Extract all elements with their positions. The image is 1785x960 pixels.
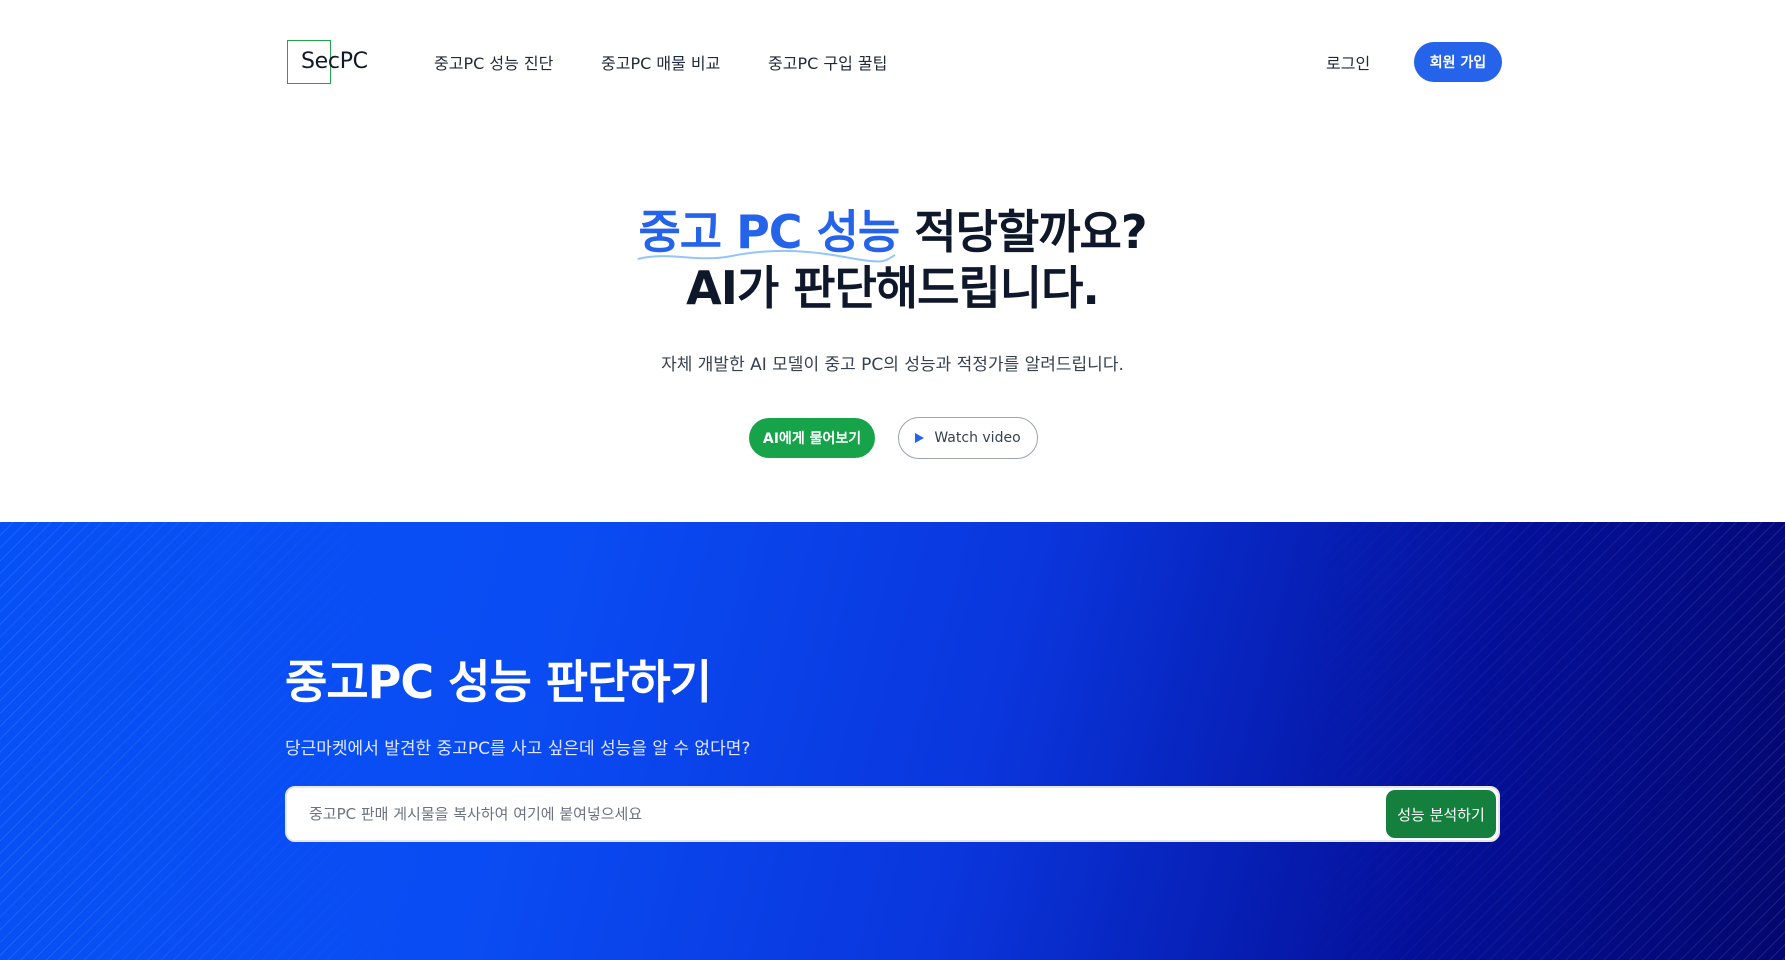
login-link[interactable]: 로그인 xyxy=(1326,50,1370,74)
watch-video-button[interactable]: Watch video xyxy=(898,417,1038,459)
post-input[interactable] xyxy=(309,788,1359,840)
hero-title: 중고 PC 성능 적당할까요? AI가 판단해드립니다. xyxy=(0,204,1785,316)
underline-squiggle-icon xyxy=(637,249,896,263)
post-input-box: 성능 분석하기 xyxy=(285,786,1500,842)
nav-item-diagnosis[interactable]: 중고PC 성능 진단 xyxy=(434,50,553,74)
analyze-title: 중고PC 성능 판단하기 xyxy=(285,655,712,709)
hero-title-highlight: 중고 PC 성능 xyxy=(637,205,900,263)
hero-title-line-1: 중고 PC 성능 적당할까요? xyxy=(0,204,1785,263)
signup-button[interactable]: 회원 가입 xyxy=(1414,42,1502,82)
ask-ai-button[interactable]: AI에게 물어보기 xyxy=(749,418,875,458)
logo-text: SecPC xyxy=(301,49,368,74)
analyze-subtitle: 당근마켓에서 발견한 중고PC를 사고 싶은데 성능을 알 수 없다면? xyxy=(285,739,751,759)
analyze-section: 중고PC 성능 판단하기 당근마켓에서 발견한 중고PC를 사고 싶은데 성능을… xyxy=(0,522,1785,960)
hero-subtitle: 자체 개발한 AI 모델이 중고 PC의 성능과 적정가를 알려드립니다. xyxy=(661,355,1124,375)
hero-title-line-2: AI가 판단해드립니다. xyxy=(686,261,1100,315)
nav-item-tips[interactable]: 중고PC 구입 꿀팁 xyxy=(768,50,887,74)
play-icon xyxy=(915,433,925,443)
logo[interactable]: SecPC xyxy=(287,40,368,84)
stripe-pattern-right xyxy=(1265,522,1785,960)
hero-title-rest: 적당할까요? xyxy=(899,205,1147,259)
watch-video-label: Watch video xyxy=(934,430,1021,446)
analyze-button[interactable]: 성능 분석하기 xyxy=(1386,790,1496,838)
nav-item-compare[interactable]: 중고PC 매물 비교 xyxy=(601,50,720,74)
site-header: SecPC 중고PC 성능 진단 중고PC 매물 비교 중고PC 구입 꿀팁 로… xyxy=(0,0,1785,124)
